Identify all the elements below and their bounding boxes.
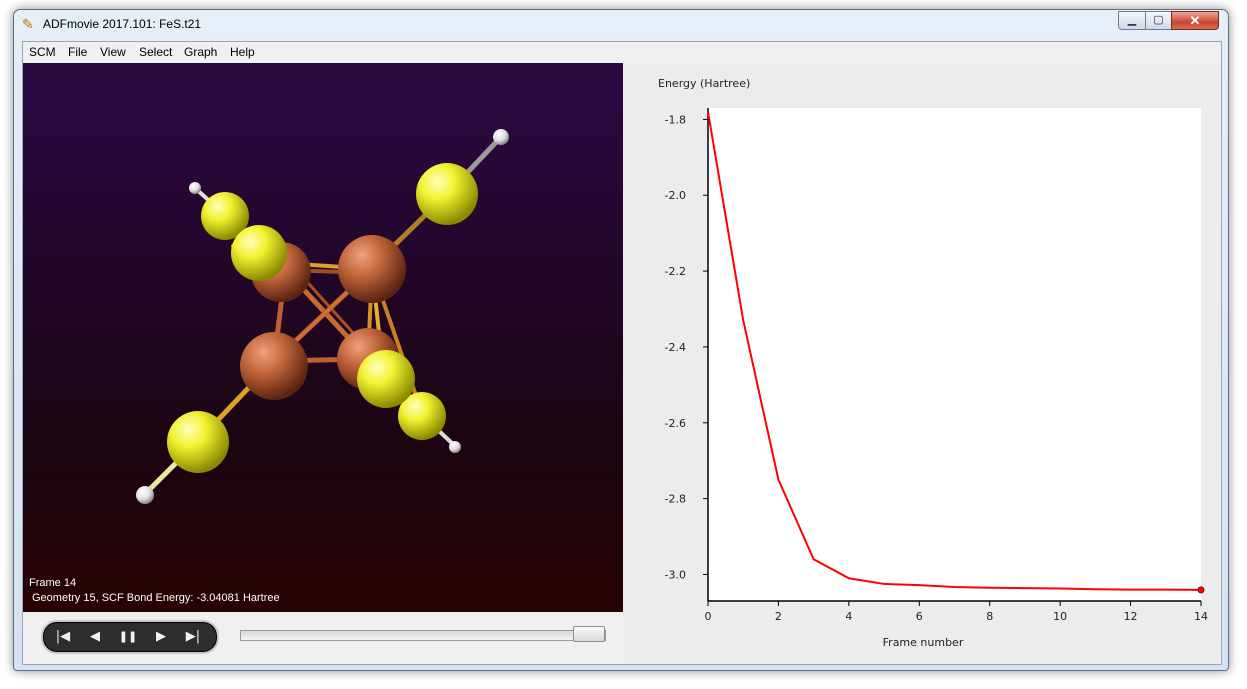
hydrogen-atom[interactable] bbox=[189, 182, 201, 194]
x-tick-label: 2 bbox=[775, 610, 782, 623]
sulfur-atom[interactable] bbox=[416, 163, 478, 225]
y-tick-label: -2.2 bbox=[665, 265, 686, 278]
menu-view[interactable]: View bbox=[100, 45, 126, 59]
close-button[interactable]: ✕ bbox=[1171, 11, 1219, 30]
y-tick-label: -2.4 bbox=[665, 341, 686, 354]
energy-graph-panel: Energy (Hartree) -1.8 -2.0 -2.2 -2.4 -2.6 -2.… bbox=[623, 63, 1221, 663]
menu-graph[interactable]: Graph bbox=[184, 45, 217, 59]
minimize-button[interactable]: ▁ bbox=[1118, 11, 1146, 30]
adf-wand-icon: ✎ bbox=[22, 16, 34, 32]
frame-slider[interactable] bbox=[240, 630, 606, 641]
frame-slider-thumb[interactable] bbox=[573, 626, 605, 642]
last-frame-button[interactable]: ▶| bbox=[181, 627, 205, 647]
frame-label: Frame 14 bbox=[29, 577, 77, 589]
x-tick-label: 4 bbox=[845, 610, 852, 623]
x-axis-title: Frame number bbox=[883, 636, 964, 649]
sulfur-atom[interactable] bbox=[231, 225, 287, 281]
previous-frame-button[interactable]: ◀ bbox=[83, 627, 107, 647]
client-area: SCM File View Select Graph Help Frame 14… bbox=[22, 41, 1222, 665]
x-tick-label: 0 bbox=[705, 610, 712, 623]
energy-chart[interactable]: Energy (Hartree) -1.8 -2.0 -2.2 -2.4 -2.6 -2.… bbox=[623, 63, 1221, 663]
menu-bar: SCM File View Select Graph Help bbox=[23, 42, 1221, 62]
x-tick-label: 14 bbox=[1194, 610, 1208, 623]
title-bar[interactable]: ✎ ADFmovie 2017.101: FeS.t21 ▁ ▢ ✕ bbox=[14, 10, 1228, 40]
x-ticks: 0 2 4 6 8 10 12 14 bbox=[705, 601, 1208, 623]
first-frame-button[interactable]: |◀ bbox=[51, 627, 75, 647]
sulfur-atom[interactable] bbox=[357, 350, 415, 408]
maximize-button[interactable]: ▢ bbox=[1145, 11, 1172, 30]
y-tick-label: -2.0 bbox=[665, 189, 686, 202]
hydrogen-atom[interactable] bbox=[493, 129, 509, 145]
energy-label: Geometry 15, SCF Bond Energy: -3.04081 H… bbox=[32, 592, 280, 604]
pause-button[interactable]: ❚❚ bbox=[116, 627, 140, 647]
y-ticks: -1.8 -2.0 -2.2 -2.4 -2.6 -2.8 -3.0 bbox=[665, 113, 708, 581]
plot-area bbox=[708, 108, 1201, 601]
molecule-render[interactable] bbox=[23, 63, 623, 612]
y-tick-label: -2.8 bbox=[665, 493, 686, 506]
x-tick-label: 12 bbox=[1124, 610, 1138, 623]
sulfur-atom[interactable] bbox=[167, 411, 229, 473]
molecule-viewer[interactable]: Frame 14 Geometry 15, SCF Bond Energy: -… bbox=[23, 63, 623, 612]
playback-bar: |◀ ◀ ❚❚ ▶ ▶| bbox=[23, 612, 623, 663]
menu-select[interactable]: Select bbox=[139, 45, 172, 59]
window-title: ADFmovie 2017.101: FeS.t21 bbox=[43, 17, 202, 31]
y-tick-label: -2.6 bbox=[665, 417, 686, 430]
next-frame-button[interactable]: ▶ bbox=[149, 627, 173, 647]
iron-atom[interactable] bbox=[240, 332, 308, 400]
app-window: ✎ ADFmovie 2017.101: FeS.t21 ▁ ▢ ✕ SCM F… bbox=[13, 9, 1229, 671]
hydrogen-atom[interactable] bbox=[449, 441, 461, 453]
y-tick-label: -1.8 bbox=[665, 113, 686, 126]
menu-scm[interactable]: SCM bbox=[29, 45, 56, 59]
playback-controls: |◀ ◀ ❚❚ ▶ ▶| bbox=[41, 620, 219, 654]
iron-atom[interactable] bbox=[338, 235, 406, 303]
y-axis-title: Energy (Hartree) bbox=[658, 77, 750, 90]
menu-help[interactable]: Help bbox=[230, 45, 255, 59]
hydrogen-atom[interactable] bbox=[136, 486, 154, 504]
menu-file[interactable]: File bbox=[68, 45, 87, 59]
y-tick-label: -3.0 bbox=[665, 568, 686, 581]
x-tick-label: 8 bbox=[986, 610, 993, 623]
current-frame-marker[interactable] bbox=[1197, 586, 1205, 594]
x-tick-label: 6 bbox=[916, 610, 923, 623]
x-tick-label: 10 bbox=[1053, 610, 1067, 623]
